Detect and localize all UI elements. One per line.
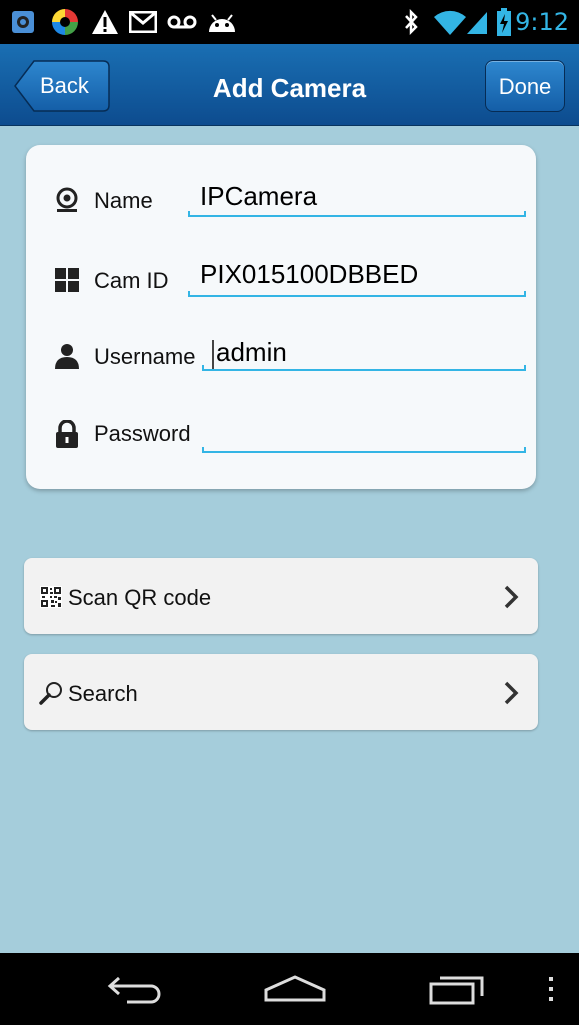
cam-id-input-underline <box>188 291 526 297</box>
system-navigation-bar <box>0 953 579 1025</box>
magnifier-icon <box>39 682 62 705</box>
cam-id-row: Cam ID PIX015100DBBED <box>26 249 536 309</box>
lock-icon <box>54 419 80 448</box>
chevron-right-icon <box>504 585 519 609</box>
home-nav-icon[interactable] <box>250 953 340 1025</box>
grid-icon <box>54 267 80 293</box>
status-bar: 9:12 <box>0 0 579 44</box>
name-input-underline <box>188 211 526 217</box>
username-label: Username <box>94 344 196 369</box>
warning-icon <box>88 0 122 44</box>
android-icon <box>204 0 240 44</box>
password-label: Password <box>94 421 191 446</box>
chevron-right-icon <box>504 681 519 705</box>
search-button[interactable]: Search <box>24 654 538 730</box>
password-input-underline <box>202 447 526 453</box>
back-nav-icon[interactable] <box>90 953 180 1025</box>
done-button[interactable]: Done <box>485 60 565 112</box>
password-row: Password <box>26 407 536 467</box>
menu-overflow-icon[interactable] <box>536 953 566 1025</box>
photo-icon <box>8 0 38 44</box>
recent-apps-icon[interactable] <box>412 953 502 1025</box>
user-icon <box>54 343 80 369</box>
username-row: Username admin <box>26 329 536 389</box>
battery-charging-icon <box>494 0 514 44</box>
bluetooth-icon <box>398 0 424 44</box>
name-input[interactable]: IPCamera <box>200 181 524 215</box>
scan-qr-code-button[interactable]: Scan QR code <box>24 558 538 634</box>
username-input-underline <box>202 365 526 371</box>
signal-icon <box>466 0 488 44</box>
webcam-icon <box>54 187 80 213</box>
name-label: Name <box>94 188 153 213</box>
camera-form-card: Name IPCamera Cam ID PIX015100DBBED User… <box>26 145 536 489</box>
clock: 9:12 <box>515 8 569 36</box>
gmail-icon <box>126 0 160 44</box>
voicemail-icon <box>164 0 200 44</box>
scan-qr-code-label: Scan QR code <box>68 585 212 610</box>
name-row: Name IPCamera <box>26 171 536 231</box>
search-label: Search <box>68 681 138 706</box>
password-input[interactable] <box>214 415 524 449</box>
wifi-icon <box>432 0 468 44</box>
header-bar: Back Add Camera Done <box>0 44 579 126</box>
qr-code-icon <box>40 586 62 608</box>
cam-id-label: Cam ID <box>94 268 169 293</box>
cam-id-input[interactable]: PIX015100DBBED <box>200 259 524 293</box>
sync-icon <box>48 0 82 44</box>
